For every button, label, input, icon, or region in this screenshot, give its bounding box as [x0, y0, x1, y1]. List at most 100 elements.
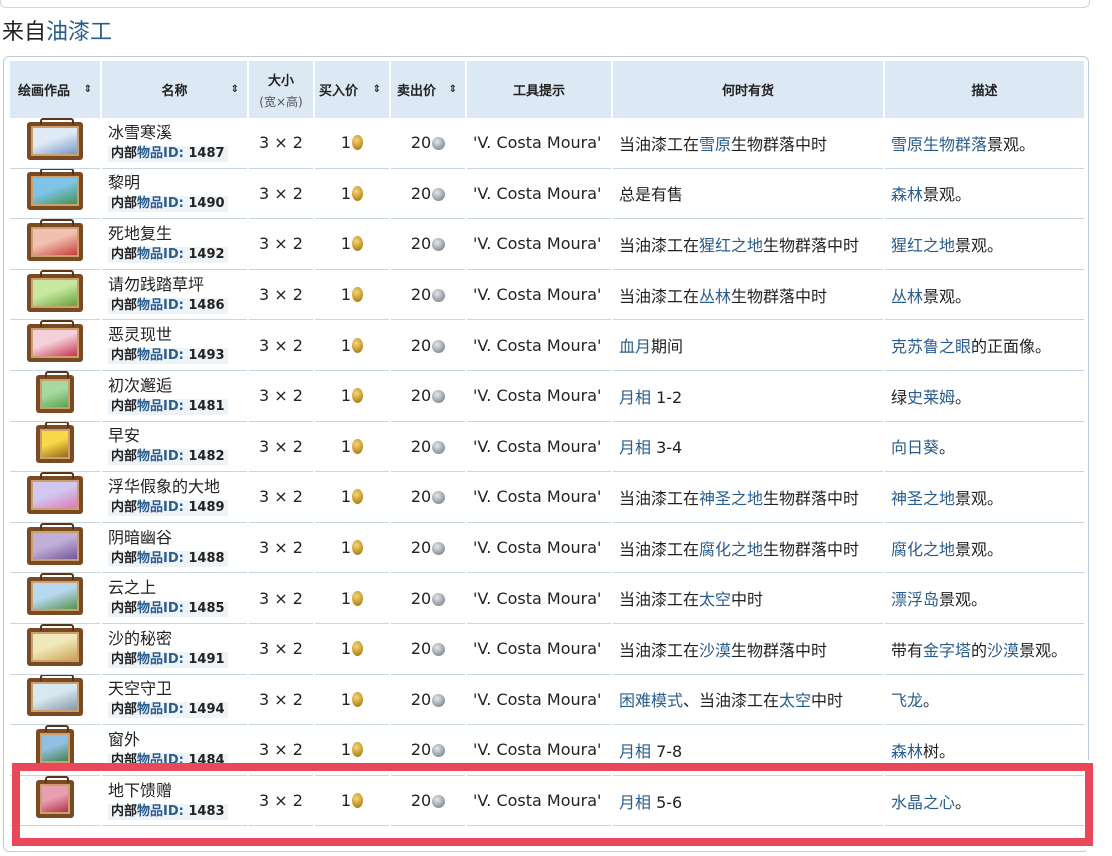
desc-link[interactable]: 飞龙 [891, 691, 923, 710]
painting-icon[interactable] [27, 573, 83, 616]
item-link[interactable]: 物品 [137, 449, 163, 464]
avail-link[interactable]: 困难模式 [619, 691, 683, 710]
item-link[interactable]: 物品 [137, 399, 163, 414]
gold-coin-icon [352, 337, 364, 353]
avail-link[interactable]: 月相 [619, 388, 651, 407]
painting-name-link[interactable]: 死地复生 [108, 224, 241, 243]
painting-icon[interactable] [27, 472, 83, 514]
item-link[interactable]: 物品 [137, 753, 163, 768]
id-link[interactable]: ID: [163, 652, 184, 667]
id-link[interactable]: ID: [163, 500, 184, 515]
painting-name-link[interactable]: 早安 [108, 427, 241, 445]
id-link[interactable]: ID: [163, 348, 184, 363]
id-link[interactable]: ID: [163, 551, 184, 566]
avail-link[interactable]: 月相 [619, 793, 651, 812]
painting-icon[interactable] [27, 320, 83, 363]
item-link[interactable]: 物品 [137, 196, 163, 211]
desc-link[interactable]: 森林 [891, 742, 923, 761]
sort-icon[interactable]: ⇕ [84, 84, 92, 94]
desc-link[interactable]: 雪原生物群落 [891, 135, 987, 154]
painting-icon[interactable] [36, 421, 74, 464]
painting-name-link[interactable]: 冰雪寒溪 [108, 123, 241, 142]
header-buy-price[interactable]: 买入价 ⇕ [315, 61, 389, 118]
painting-icon[interactable] [27, 219, 83, 261]
painting-name-link[interactable]: 沙的秘密 [108, 629, 241, 648]
id-link[interactable]: ID: [163, 449, 184, 464]
sort-icon[interactable]: ⇕ [231, 84, 239, 94]
avail-link[interactable]: 血月 [619, 337, 651, 356]
id-link[interactable]: ID: [163, 753, 184, 768]
avail-text: 总是有售 [619, 185, 684, 205]
desc-link[interactable]: 沙漠 [987, 641, 1019, 660]
painting-name-link[interactable]: 地下馈赠 [108, 781, 241, 800]
vendor-link-painter[interactable]: 油漆工 [46, 20, 112, 45]
avail-link[interactable]: 腐化之地 [699, 540, 763, 559]
item-link[interactable]: 物品 [137, 146, 163, 161]
item-link[interactable]: 物品 [137, 500, 163, 515]
id-link[interactable]: ID: [163, 804, 184, 819]
avail-link[interactable]: 雪原 [699, 135, 731, 154]
availability-cell: 月相 1-2 [613, 371, 883, 422]
item-link[interactable]: 物品 [137, 551, 163, 566]
painting-name-link[interactable]: 初次邂逅 [108, 376, 241, 395]
item-link[interactable]: 物品 [137, 298, 163, 313]
item-link[interactable]: 物品 [137, 348, 163, 363]
desc-link[interactable]: 神圣之地 [891, 489, 955, 508]
desc-link[interactable]: 水晶之心 [891, 793, 955, 812]
painting-icon[interactable] [36, 775, 74, 818]
desc-link[interactable]: 漂浮岛 [891, 590, 939, 609]
painting-name-link[interactable]: 阴暗幽谷 [108, 528, 241, 547]
avail-link[interactable]: 神圣之地 [699, 489, 763, 508]
item-link[interactable]: 物品 [137, 652, 163, 667]
id-link[interactable]: ID: [163, 702, 184, 717]
desc-link[interactable]: 史莱姆 [907, 388, 955, 407]
painting-icon[interactable] [27, 522, 83, 565]
item-id-value: 1482 [188, 449, 225, 465]
painting-name-link[interactable]: 天空守卫 [108, 680, 241, 698]
availability-cell: 总是有售 [613, 169, 883, 220]
size-cell: 3 × 2 [249, 270, 313, 321]
id-link[interactable]: ID: [163, 247, 184, 262]
sort-icon[interactable]: ⇕ [373, 84, 381, 94]
avail-link[interactable]: 沙漠 [699, 641, 731, 660]
header-sell-price[interactable]: 卖出价 ⇕ [391, 61, 465, 118]
desc-link[interactable]: 克苏鲁之眼 [891, 337, 971, 356]
avail-link[interactable]: 太空 [699, 590, 731, 609]
painting-name-link[interactable]: 恶灵现世 [108, 326, 241, 344]
avail-link[interactable]: 猩红之地 [699, 236, 763, 255]
painting-name-link[interactable]: 黎明 [108, 174, 241, 192]
id-link[interactable]: ID: [163, 196, 184, 211]
painting-icon[interactable] [36, 725, 74, 767]
id-link[interactable]: ID: [163, 146, 184, 161]
id-link[interactable]: ID: [163, 298, 184, 313]
painting-icon[interactable] [36, 370, 74, 413]
painting-name-link[interactable]: 云之上 [108, 579, 241, 597]
header-artwork[interactable]: 绘画作品 ⇕ [10, 61, 100, 118]
painting-icon[interactable] [27, 623, 83, 666]
painting-name-link[interactable]: 窗外 [108, 730, 241, 749]
painting-name-link[interactable]: 浮华假象的大地 [108, 477, 241, 496]
desc-link[interactable]: 丛林 [891, 287, 923, 306]
avail-link[interactable]: 月相 [619, 742, 651, 761]
painting-icon[interactable] [27, 269, 83, 312]
desc-link[interactable]: 金字塔 [923, 641, 971, 660]
painting-icon[interactable] [27, 168, 83, 211]
desc-link[interactable]: 腐化之地 [891, 540, 955, 559]
desc-link[interactable]: 森林 [891, 185, 923, 204]
painting-name-link[interactable]: 请勿践踏草坪 [108, 275, 241, 294]
desc-link[interactable]: 猩红之地 [891, 236, 955, 255]
item-link[interactable]: 物品 [137, 804, 163, 819]
avail-link[interactable]: 月相 [619, 438, 651, 457]
header-name[interactable]: 名称 ⇕ [102, 61, 247, 118]
painting-icon[interactable] [27, 118, 83, 160]
painting-icon[interactable] [27, 674, 83, 717]
avail-link[interactable]: 太空 [779, 691, 811, 710]
item-link[interactable]: 物品 [137, 702, 163, 717]
sort-icon[interactable]: ⇕ [449, 84, 457, 94]
avail-link[interactable]: 丛林 [699, 287, 731, 306]
id-link[interactable]: ID: [163, 601, 184, 616]
item-link[interactable]: 物品 [137, 601, 163, 616]
id-link[interactable]: ID: [163, 399, 184, 414]
item-link[interactable]: 物品 [137, 247, 163, 262]
desc-link[interactable]: 向日葵 [891, 438, 939, 457]
